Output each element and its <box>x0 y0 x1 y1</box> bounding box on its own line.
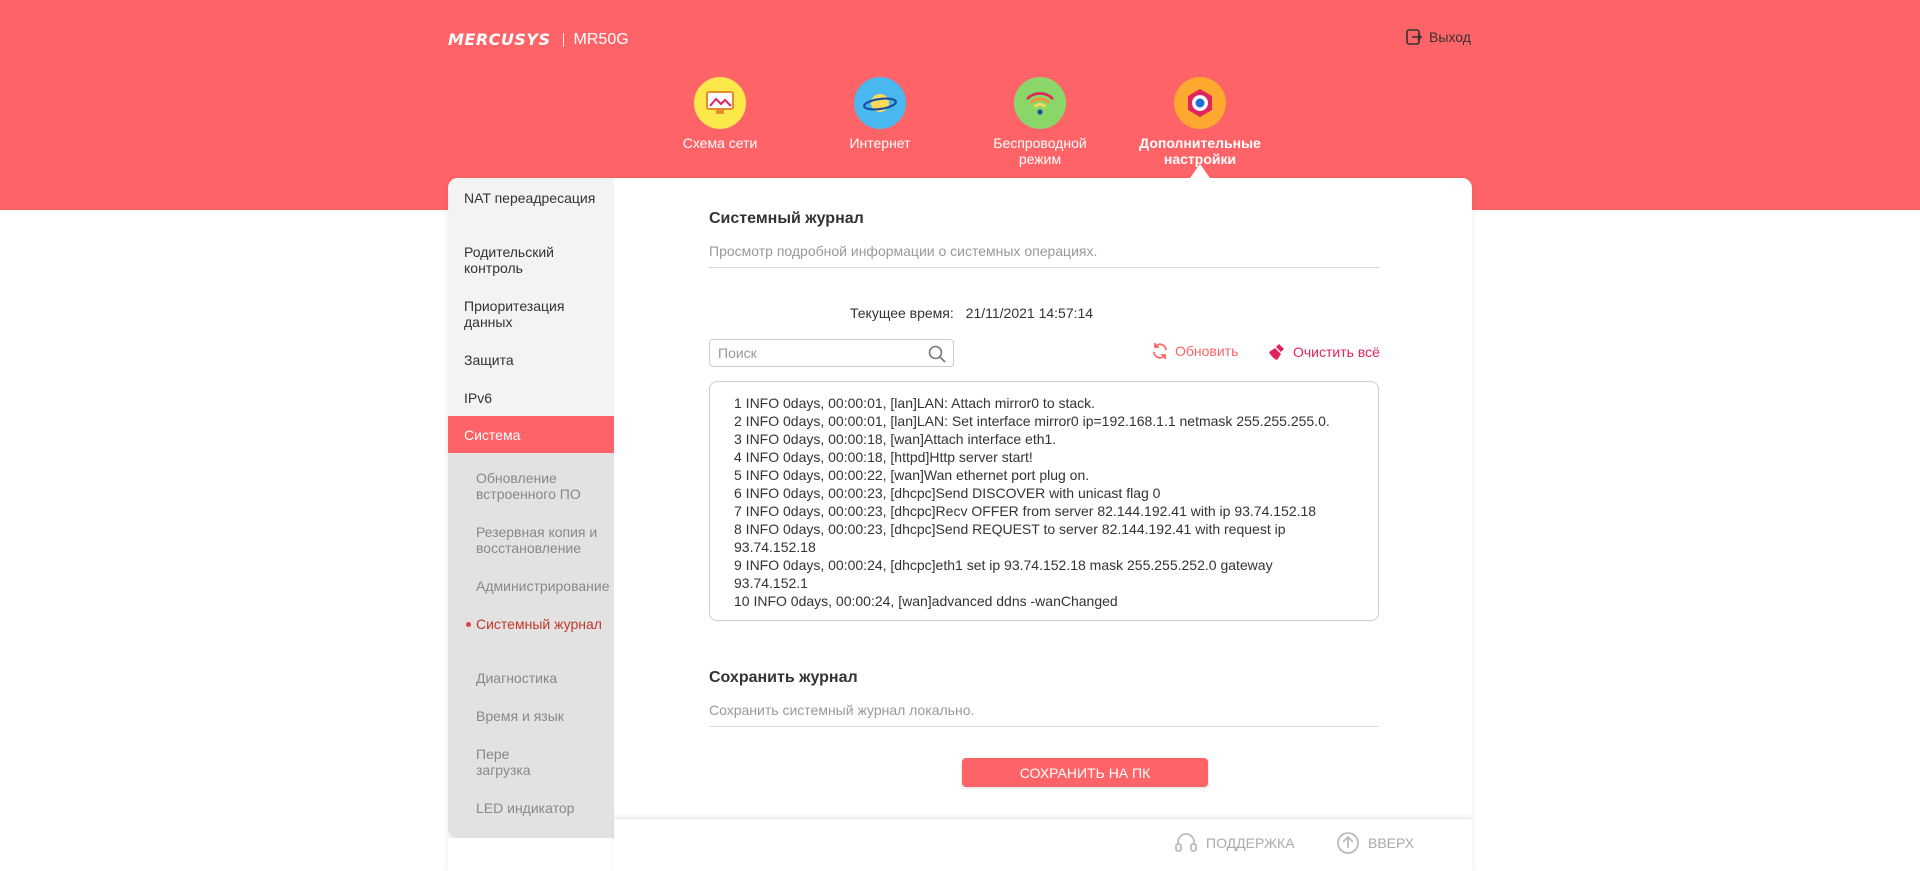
save-to-pc-button[interactable]: СОХРАНИТЬ НА ПК <box>962 758 1208 787</box>
subitem-diagnostics[interactable]: Диагностика <box>476 670 612 686</box>
nav-advanced[interactable]: Дополнительные настройки <box>1135 77 1265 167</box>
search-input[interactable] <box>718 345 918 361</box>
sidebar-item-ipv6[interactable]: IPv6 <box>448 390 614 406</box>
sidebar: NAT переадресация Родительский контроль … <box>448 178 614 838</box>
save-log-description: Сохранить системный журнал локально. <box>709 702 1379 727</box>
logout-icon <box>1406 29 1423 45</box>
subitem-system-log[interactable]: Системный журнал <box>466 616 612 632</box>
subitem-time-language[interactable]: Время и язык <box>476 708 612 724</box>
content-area: Системный журнал Просмотр подробной инфо… <box>614 178 1472 871</box>
subitem-led[interactable]: LED индикатор <box>476 800 612 816</box>
log-line: 8 INFO 0days, 00:00:23, [dhcpc]Send REQU… <box>734 521 1286 555</box>
nav-label: Беспроводной режим <box>993 135 1087 167</box>
logout-button[interactable]: Выход <box>1405 28 1471 46</box>
network-map-icon <box>694 77 746 129</box>
syslog-description: Просмотр подробной информации о системны… <box>709 243 1379 268</box>
subitem-label: Системный журнал <box>476 616 602 632</box>
nav-label: Дополнительные настройки <box>1139 135 1261 167</box>
log-line: 2 INFO 0days, 00:00:01, [lan]LAN: Set in… <box>734 413 1330 429</box>
active-nav-caret <box>1190 164 1210 178</box>
logout-label: Выход <box>1429 29 1471 45</box>
sidebar-item-security[interactable]: Защита <box>448 352 614 368</box>
main-card: NAT переадресация Родительский контроль … <box>448 178 1472 871</box>
log-line: 10 INFO 0days, 00:00:24, [wan]advanced d… <box>734 593 1118 609</box>
nav-label: Схема сети <box>682 135 758 151</box>
nav-wireless[interactable]: Беспроводной режим <box>975 77 1105 167</box>
search-icon[interactable] <box>927 344 947 364</box>
arrow-up-icon <box>1337 832 1359 854</box>
log-line: 9 INFO 0days, 00:00:24, [dhcpc]eth1 set … <box>734 557 1273 591</box>
log-line: 6 INFO 0days, 00:00:23, [dhcpc]Send DISC… <box>734 485 1161 501</box>
subitem-backup-restore[interactable]: Резервная копия и восстановление <box>476 524 612 556</box>
sidebar-item-qos[interactable]: Приоритезация данных <box>448 298 614 330</box>
brand-logo: MERCUSYS MR50G <box>448 30 629 49</box>
log-line: 5 INFO 0days, 00:00:22, [wan]Wan etherne… <box>734 467 1090 483</box>
refresh-icon <box>1153 343 1167 359</box>
brand-name: MERCUSYS <box>448 30 551 49</box>
footer: ПОДДЕРЖКА ВВЕРХ <box>614 818 1472 871</box>
current-time-label: Текущее время: <box>850 305 954 321</box>
log-line: 3 INFO 0days, 00:00:18, [wan]Attach inte… <box>734 431 1057 447</box>
log-line: 4 INFO 0days, 00:00:18, [httpd]Http serv… <box>734 449 1033 465</box>
syslog-title: Системный журнал <box>709 210 864 227</box>
log-line: 1 INFO 0days, 00:00:01, [lan]LAN: Attach… <box>734 395 1096 411</box>
current-time-row: Текущее время: 21/11/2021 14:57:14 <box>850 305 1093 321</box>
support-label: ПОДДЕРЖКА <box>1206 835 1295 851</box>
nav-label: Интернет <box>849 135 911 151</box>
support-link[interactable]: ПОДДЕРЖКА <box>1174 831 1295 855</box>
subitem-firmware-update[interactable]: Обновление встроенного ПО <box>476 470 612 502</box>
sidebar-item-system[interactable]: Система <box>448 416 614 454</box>
system-submenu: Обновление встроенного ПО Резервная копи… <box>448 453 614 838</box>
planet-icon <box>854 77 906 129</box>
headset-icon <box>1175 833 1197 852</box>
current-time-value: 21/11/2021 14:57:14 <box>965 305 1094 321</box>
nav-internet[interactable]: Интернет <box>815 77 945 151</box>
refresh-button[interactable]: Обновить <box>1151 342 1238 360</box>
broom-icon <box>1269 344 1284 360</box>
sidebar-item-parental-control[interactable]: Родительский контроль <box>448 244 614 276</box>
clear-all-label: Очистить всё <box>1293 344 1380 360</box>
clear-all-button[interactable]: Очистить всё <box>1267 342 1380 362</box>
save-log-title: Сохранить журнал <box>709 669 858 686</box>
up-label: ВВЕРХ <box>1368 835 1415 851</box>
sidebar-item-nat[interactable]: NAT переадресация <box>448 190 614 206</box>
logo-divider <box>562 32 564 47</box>
nav-network-map[interactable]: Схема сети <box>655 77 785 151</box>
back-to-top-link[interactable]: ВВЕРХ <box>1336 831 1414 855</box>
refresh-label: Обновить <box>1175 343 1239 359</box>
log-viewer[interactable]: 1 INFO 0days, 00:00:01, [lan]LAN: Attach… <box>709 381 1379 621</box>
search-box[interactable] <box>709 339 954 367</box>
wifi-icon <box>1014 77 1066 129</box>
subitem-reboot[interactable]: Пере загрузка <box>476 746 546 778</box>
log-line: 7 INFO 0days, 00:00:23, [dhcpc]Recv OFFE… <box>734 503 1317 519</box>
model-name: MR50G <box>573 30 629 48</box>
active-dot <box>466 622 471 627</box>
gear-icon <box>1174 77 1226 129</box>
subitem-administration[interactable]: Администрирование <box>476 578 612 594</box>
